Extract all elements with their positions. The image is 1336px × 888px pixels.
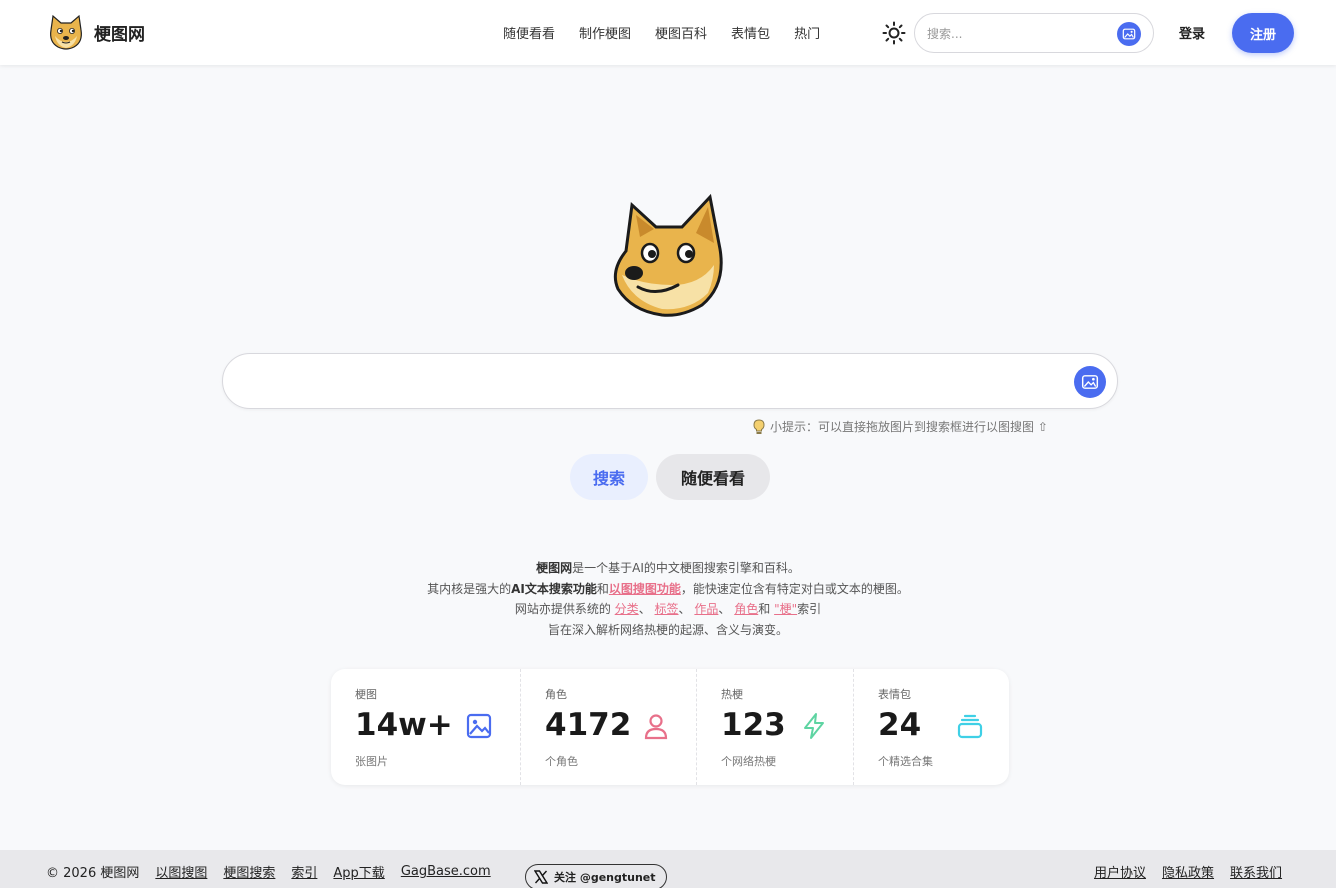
image-icon xyxy=(466,713,492,739)
stat-sub: 个网络热梗 xyxy=(721,755,776,768)
stats-card: 梗图 14w+ 张图片 角色 4172 个角色 热梗 123 个网络热梗 表情包… xyxy=(331,669,1009,785)
nav-item-make-meme[interactable]: 制作梗图 xyxy=(579,23,631,42)
footer-link-gagbase[interactable]: GagBase.com xyxy=(401,864,491,879)
follow-x-label: 关注 @gengtunet xyxy=(554,871,656,884)
stat-value: 123 xyxy=(721,707,786,743)
desc-sep: 、 xyxy=(718,602,731,616)
desc-sep: 、 xyxy=(678,602,691,616)
header-image-search-button[interactable] xyxy=(1117,22,1141,46)
desc-line-2: 其内核是强大的AI文本搜索功能和以图搜图功能，能快速定位含有特定对白或文本的梗图… xyxy=(300,579,1036,600)
lightning-icon xyxy=(804,713,824,739)
stack-icon xyxy=(957,714,983,739)
copyright: © 2026 梗图网 xyxy=(46,866,140,881)
main-search-input[interactable] xyxy=(245,368,1065,396)
image-search-icon xyxy=(1081,375,1099,389)
desc-text: 其内核是强大的 xyxy=(427,581,512,596)
desc-link-characters[interactable]: 角色 xyxy=(734,602,758,616)
desc-text: 是一个基于AI的中文梗图搜索引擎和百科。 xyxy=(572,561,800,575)
stat-label: 表情包 xyxy=(878,688,911,701)
desc-ai-text-search: AI文本搜索功能 xyxy=(511,581,597,596)
footer-link-index[interactable]: 索引 xyxy=(291,862,317,881)
footer-link-meme-search[interactable]: 梗图搜索 xyxy=(223,862,275,881)
footer-link-terms[interactable]: 用户协议 xyxy=(1094,862,1146,881)
footer-link-privacy[interactable]: 隐私政策 xyxy=(1162,862,1214,881)
desc-line-3: 网站亦提供系统的 分类、 标签、 作品、 角色和 "梗"索引 xyxy=(300,599,1036,620)
site-description: 梗图网是一个基于AI的中文梗图搜索引擎和百科。 其内核是强大的AI文本搜索功能和… xyxy=(300,558,1036,640)
footer-link-app-download[interactable]: App下载 xyxy=(333,862,384,881)
desc-text: ，能快速定位含有特定对白或文本的梗图。 xyxy=(680,581,909,596)
stat-memes: 梗图 14w+ 张图片 xyxy=(331,669,520,785)
desc-line-1: 梗图网是一个基于AI的中文梗图搜索引擎和百科。 xyxy=(300,558,1036,579)
stat-label: 梗图 xyxy=(355,688,377,701)
random-browse-button[interactable]: 随便看看 xyxy=(656,454,770,500)
desc-sep: 、 xyxy=(638,602,651,616)
nav-item-stickers[interactable]: 表情包 xyxy=(731,23,770,42)
main-image-search-button[interactable] xyxy=(1074,366,1106,398)
doge-mascot-icon xyxy=(613,193,723,317)
image-search-icon xyxy=(1122,28,1136,40)
stat-sticker-packs: 表情包 24 个精选合集 xyxy=(853,669,1009,785)
header-search-input[interactable] xyxy=(927,23,1117,45)
stat-sub: 张图片 xyxy=(355,755,388,768)
follow-x-button[interactable]: 关注 @gengtunet xyxy=(525,864,667,888)
brand-name: 梗图网 xyxy=(94,24,145,45)
doge-logo-icon xyxy=(50,14,82,50)
footer-right: 用户协议 隐私政策 联系我们 xyxy=(1094,862,1282,881)
header-search-box xyxy=(914,13,1154,53)
user-icon xyxy=(644,714,668,740)
footer-left: © 2026 梗图网 以图搜图 梗图搜索 索引 App下载 GagBase.co… xyxy=(46,862,491,881)
stat-label: 角色 xyxy=(545,688,567,701)
stat-characters: 角色 4172 个角色 xyxy=(520,669,696,785)
desc-site-name: 梗图网 xyxy=(536,561,573,575)
stat-sub: 个精选合集 xyxy=(878,755,933,768)
footer-link-contact[interactable]: 联系我们 xyxy=(1230,862,1282,881)
desc-link-works[interactable]: 作品 xyxy=(694,602,718,616)
main-search-box xyxy=(222,353,1118,409)
nav-item-hot[interactable]: 热门 xyxy=(794,23,820,42)
search-tip: 小提示：可以直接拖放图片到搜索框进行以图搜图 ⇧ xyxy=(752,418,1048,435)
stat-hot-memes: 热梗 123 个网络热梗 xyxy=(696,669,853,785)
x-logo-icon xyxy=(534,870,548,884)
desc-link-tags[interactable]: 标签 xyxy=(655,602,679,616)
desc-text: 索引 xyxy=(797,602,822,616)
stat-value: 14w+ xyxy=(355,707,453,743)
stat-value: 4172 xyxy=(545,707,632,743)
desc-line-4: 旨在深入解析网络热梗的起源、含义与演变。 xyxy=(547,622,788,637)
search-tip-text: 小提示：可以直接拖放图片到搜索框进行以图搜图 ⇧ xyxy=(770,420,1048,434)
top-navbar: 梗图网 随便看看 制作梗图 梗图百科 表情包 热门 登录 注册 xyxy=(0,0,1336,65)
nav-item-random[interactable]: 随便看看 xyxy=(503,23,555,42)
lightbulb-icon xyxy=(753,418,765,434)
desc-link-categories[interactable]: 分类 xyxy=(615,602,639,616)
desc-text: 和 xyxy=(596,581,609,596)
nav-item-meme-wiki[interactable]: 梗图百科 xyxy=(655,23,707,42)
desc-text: 和 xyxy=(758,602,771,616)
desc-text: 网站亦提供系统的 xyxy=(514,602,611,616)
stat-label: 热梗 xyxy=(721,688,743,701)
brand-home-link[interactable]: 梗图网 xyxy=(46,12,145,52)
register-button[interactable]: 注册 xyxy=(1232,13,1294,53)
footer: © 2026 梗图网 以图搜图 梗图搜索 索引 App下载 GagBase.co… xyxy=(0,850,1336,888)
footer-link-image-search[interactable]: 以图搜图 xyxy=(155,862,207,881)
desc-link-memes[interactable]: "梗" xyxy=(774,602,797,616)
desc-link-image-search[interactable]: 以图搜图功能 xyxy=(609,582,681,596)
search-button[interactable]: 搜索 xyxy=(570,454,648,500)
stat-sub: 个角色 xyxy=(545,755,578,768)
main-nav: 随便看看 制作梗图 梗图百科 表情包 热门 xyxy=(503,23,820,42)
stat-value: 24 xyxy=(878,707,922,743)
login-link[interactable]: 登录 xyxy=(1179,23,1205,42)
sun-icon[interactable] xyxy=(882,21,906,45)
